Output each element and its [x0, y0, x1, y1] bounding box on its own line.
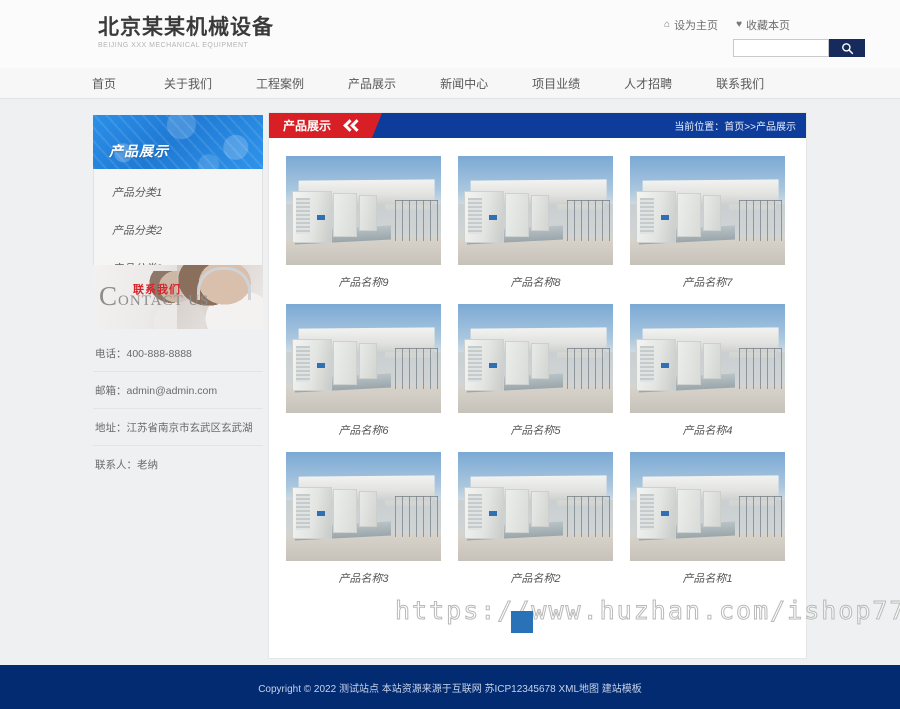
site-header: 北京某某机械设备 BEIJING XXX MECHANICAL EQUIPMEN… — [0, 0, 900, 68]
contact-phone: 电话：400-888-8888 — [93, 335, 263, 372]
product-image — [286, 304, 441, 413]
contact-card: CONTACT US 联系我们 电话：400-888-8888 邮箱：admin… — [93, 265, 263, 482]
product-name: 产品名称1 — [682, 573, 733, 585]
home-icon: ⌂ — [664, 19, 671, 30]
watermark-badge — [511, 611, 533, 633]
breadcrumb: 当前位置：首页>>产品展示 — [674, 122, 796, 133]
nav-item-about[interactable]: 关于我们 — [142, 75, 234, 92]
nav-item-cases[interactable]: 工程案例 — [234, 75, 326, 92]
product-grid: 产品名称9 产品名称8 产品名称7 产品名称6 产品名称5 产品名称4 产品名称… — [269, 138, 806, 586]
sidebar-panel-title: 产品展示 — [109, 143, 169, 159]
product-card[interactable]: 产品名称7 — [630, 156, 785, 290]
content-tab-label: 产品展示 — [269, 113, 344, 138]
search-input[interactable] — [733, 39, 829, 57]
contact-address: 地址：江苏省南京市玄武区玄武湖 — [93, 409, 263, 446]
site-footer: Copyright © 2022 测试站点 本站资源来源于互联网 苏ICP123… — [0, 665, 900, 709]
logo-title-cn: 北京某某机械设备 — [98, 15, 274, 39]
product-card[interactable]: 产品名称2 — [458, 452, 613, 586]
set-homepage-link[interactable]: ⌂ 设为主页 — [664, 17, 718, 33]
product-image — [458, 452, 613, 561]
page-body: 产品展示 产品分类1 产品分类2 产品分类3 CONTACT US 联系我们 — [0, 99, 900, 665]
contact-email: 邮箱：admin@admin.com — [93, 372, 263, 409]
search-button[interactable] — [829, 39, 865, 57]
nav-item-news[interactable]: 新闻中心 — [418, 75, 510, 92]
header-top-links: ⌂ 设为主页 ♥ 收藏本页 — [664, 17, 790, 33]
page-root: 北京某某机械设备 BEIJING XXX MECHANICAL EQUIPMEN… — [0, 0, 900, 709]
product-card[interactable]: 产品名称3 — [286, 452, 441, 586]
product-card[interactable]: 产品名称8 — [458, 156, 613, 290]
product-image — [630, 452, 785, 561]
double-chevron-left-icon — [343, 113, 377, 138]
product-name: 产品名称6 — [338, 425, 389, 437]
site-logo[interactable]: 北京某某机械设备 BEIJING XXX MECHANICAL EQUIPMEN… — [98, 14, 274, 49]
product-image — [630, 304, 785, 413]
contact-person: 联系人：老纳 — [95, 459, 158, 471]
contact-banner-chinese: 联系我们 — [133, 284, 181, 296]
set-homepage-label: 设为主页 — [674, 20, 719, 32]
product-card[interactable]: 产品名称4 — [630, 304, 785, 438]
content-header-bar: 产品展示 当前位置：首页>>产品展示 — [269, 113, 806, 138]
sidebar-item-category-1[interactable]: 产品分类1 — [94, 173, 262, 211]
nav-item-products[interactable]: 产品展示 — [326, 75, 418, 92]
footer-copyright: Copyright © 2022 测试站点 本站资源来源于互联网 苏ICP123… — [258, 683, 642, 695]
search-box — [733, 39, 865, 57]
product-image — [286, 156, 441, 265]
product-image — [458, 156, 613, 265]
main-navigation: 首页 关于我们 工程案例 产品展示 新闻中心 项目业绩 人才招聘 联系我们 — [0, 68, 900, 99]
product-name: 产品名称5 — [510, 425, 561, 437]
product-card[interactable]: 产品名称5 — [458, 304, 613, 438]
product-image — [458, 304, 613, 413]
product-name: 产品名称4 — [682, 425, 733, 437]
product-card[interactable]: 产品名称9 — [286, 156, 441, 290]
product-card[interactable]: 产品名称1 — [630, 452, 785, 586]
nav-items: 首页 关于我们 工程案例 产品展示 新闻中心 项目业绩 人才招聘 联系我们 — [92, 68, 786, 99]
product-name: 产品名称8 — [510, 277, 561, 289]
product-card[interactable]: 产品名称6 — [286, 304, 441, 438]
product-image — [630, 156, 785, 265]
nav-item-projects[interactable]: 项目业绩 — [510, 75, 602, 92]
product-name: 产品名称3 — [338, 573, 389, 585]
product-name: 产品名称9 — [338, 277, 389, 289]
product-image — [286, 452, 441, 561]
bookmark-label: 收藏本页 — [746, 20, 790, 32]
bookmark-link[interactable]: ♥ 收藏本页 — [736, 17, 790, 33]
product-name: 产品名称2 — [510, 573, 561, 585]
product-name: 产品名称7 — [682, 277, 733, 289]
nav-item-contact[interactable]: 联系我们 — [694, 75, 786, 92]
sidebar-item-category-2[interactable]: 产品分类2 — [94, 211, 262, 249]
logo-subtitle-en: BEIJING XXX MECHANICAL EQUIPMENT — [98, 42, 249, 49]
heart-icon: ♥ — [736, 19, 742, 30]
contact-info-list: 电话：400-888-8888 邮箱：admin@admin.com 地址：江苏… — [93, 329, 263, 482]
search-icon — [841, 42, 853, 54]
nav-item-home[interactable]: 首页 — [92, 75, 142, 92]
main-content: 产品展示 当前位置：首页>>产品展示 产品名称9 产品名称8 产品名称7 产品名… — [268, 112, 807, 659]
contact-banner-english-initial: C — [99, 281, 119, 311]
sidebar-panel-header: 产品展示 — [93, 115, 263, 169]
contact-banner: CONTACT US 联系我们 — [93, 265, 263, 329]
nav-item-careers[interactable]: 人才招聘 — [602, 75, 694, 92]
